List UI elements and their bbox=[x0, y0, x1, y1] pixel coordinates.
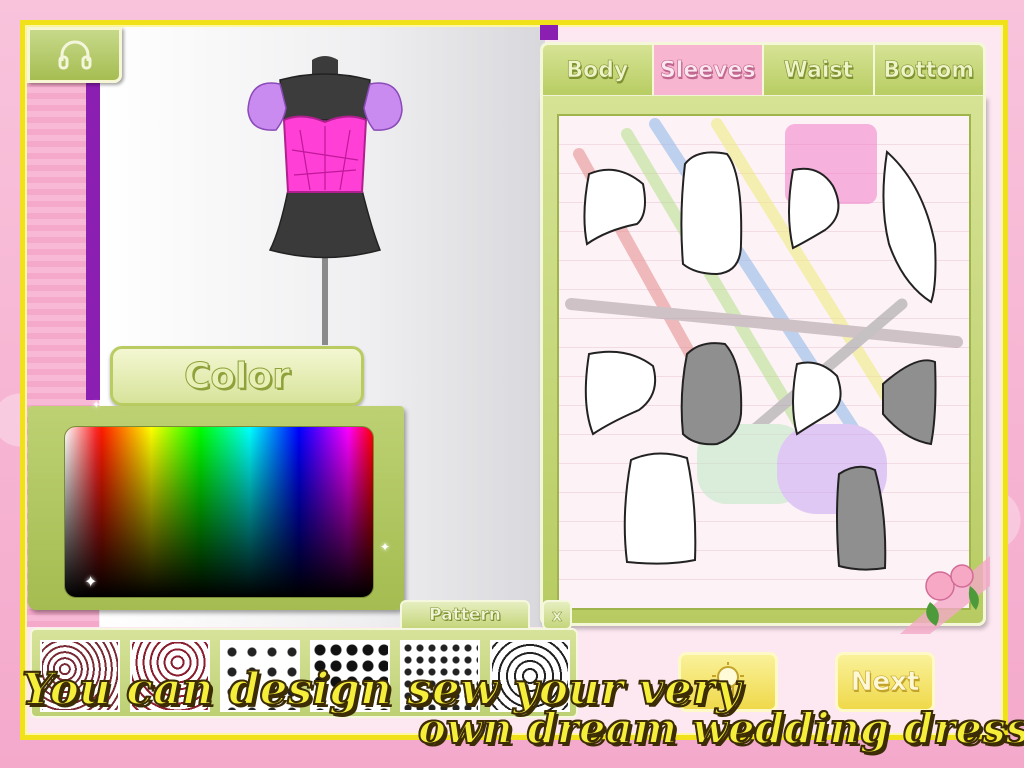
sleeve-option-10[interactable] bbox=[836, 465, 887, 571]
mannequin bbox=[247, 56, 403, 345]
color-button[interactable]: Color bbox=[110, 346, 364, 406]
tab-body[interactable]: Body bbox=[543, 45, 654, 95]
sleeve-option-8[interactable] bbox=[882, 359, 937, 446]
tab-sleeves[interactable]: Sleeves bbox=[653, 45, 764, 95]
headphones-icon bbox=[58, 40, 91, 70]
tab-bottom[interactable]: Bottom bbox=[875, 45, 984, 95]
tab-waist[interactable]: Waist bbox=[764, 45, 875, 95]
sleeve-option-5[interactable] bbox=[584, 350, 657, 436]
sparkle-icon: ✦ bbox=[84, 572, 98, 591]
promo-caption-line-2: own dream wedding dress. bbox=[417, 703, 1024, 754]
sparkle-icon: ✦ bbox=[92, 400, 101, 411]
sleeve-options-canvas bbox=[565, 118, 963, 571]
sleeve-option-1[interactable] bbox=[583, 168, 646, 246]
category-tabs: Body Sleeves Waist Bottom bbox=[540, 42, 986, 98]
sleeve-option-7[interactable] bbox=[792, 361, 842, 436]
pattern-close-button[interactable]: x bbox=[542, 600, 572, 630]
right-sleeve bbox=[363, 82, 403, 131]
sleeve-option-2[interactable] bbox=[680, 151, 743, 276]
purple-divider-top bbox=[540, 25, 558, 40]
rose-decoration bbox=[900, 556, 990, 634]
pattern-tab[interactable]: Pattern bbox=[400, 600, 530, 630]
sleeve-option-6[interactable] bbox=[680, 342, 743, 446]
mannequin-stand bbox=[322, 255, 328, 345]
color-button-label: Color bbox=[184, 355, 291, 397]
sparkle-icon: ✦ bbox=[380, 540, 391, 554]
next-button[interactable]: Next bbox=[835, 652, 935, 712]
left-sleeve bbox=[247, 82, 287, 131]
purple-divider bbox=[86, 30, 100, 400]
audio-button[interactable] bbox=[27, 27, 122, 83]
sleeve-option-4[interactable] bbox=[882, 150, 937, 304]
color-spectrum-picker[interactable] bbox=[64, 426, 374, 598]
sleeve-option-9[interactable] bbox=[623, 452, 697, 565]
